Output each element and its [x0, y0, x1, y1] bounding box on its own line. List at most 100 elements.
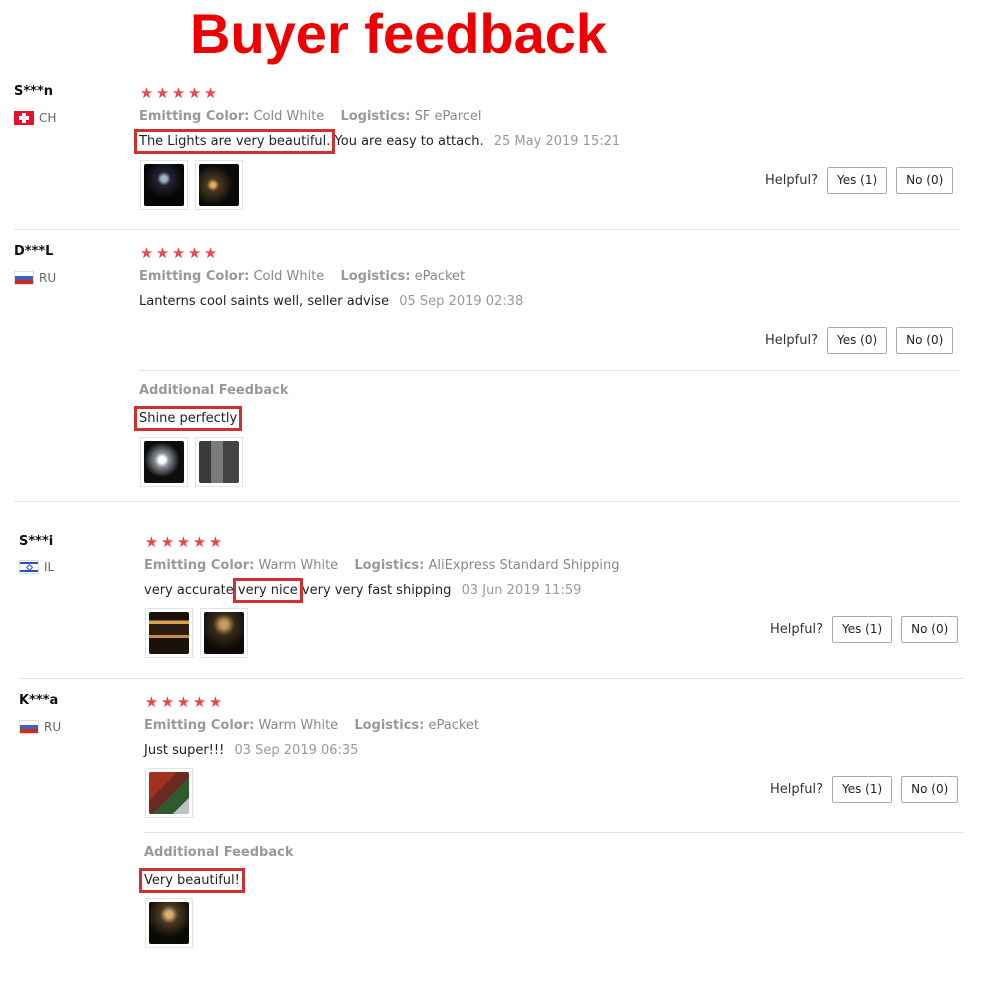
star-icon: ★ — [203, 244, 218, 262]
star-icon: ★ — [160, 693, 175, 711]
country-code: RU — [44, 720, 62, 734]
review-text: The Lights are very beautiful. You are e… — [133, 129, 621, 154]
helpful-votes: Helpful? Yes (1) No (0) — [765, 167, 954, 194]
logistics-value: AliExpress Standard Shipping — [428, 558, 620, 573]
highlighted-phrase: very nice — [232, 578, 303, 603]
review-date: 05 Sep 2019 02:38 — [399, 294, 524, 309]
helpful-votes: Helpful? Yes (1) No (0) — [770, 616, 959, 643]
star-rating: ★ ★ ★ ★ ★ — [144, 694, 223, 710]
helpful-label: Helpful? — [765, 333, 818, 348]
review-text-after: very very fast shipping — [297, 583, 452, 598]
helpful-label: Helpful? — [765, 173, 818, 188]
review-photo[interactable] — [200, 608, 248, 658]
review-text: Lanterns cool saints well, seller advise… — [139, 294, 523, 309]
reviewer-country: IL — [19, 560, 54, 574]
star-icon: ★ — [208, 533, 223, 551]
review-photo[interactable] — [145, 768, 193, 818]
vote-yes-button[interactable]: Yes (1) — [831, 616, 893, 643]
star-icon: ★ — [171, 244, 186, 262]
russia-flag-icon — [19, 720, 39, 734]
review-text-body: Just super!!! — [144, 743, 225, 758]
additional-divider — [144, 832, 964, 833]
review-text: Just super!!! 03 Sep 2019 06:35 — [144, 743, 358, 758]
logistics-value: ePacket — [414, 269, 466, 284]
vote-no-button[interactable]: No (0) — [901, 776, 959, 803]
emitting-color-label: Emitting Color: — [139, 109, 250, 124]
star-icon: ★ — [208, 693, 223, 711]
review-photo[interactable] — [195, 437, 243, 487]
vote-yes-button[interactable]: Yes (0) — [826, 327, 888, 354]
review-text-rest: You are easy to attach. — [330, 134, 484, 149]
review-date: 03 Sep 2019 06:35 — [234, 743, 359, 758]
additional-feedback-title: Additional Feedback — [139, 383, 289, 398]
logistics-label: Logistics: — [354, 718, 425, 733]
additional-feedback-title: Additional Feedback — [144, 845, 294, 860]
helpful-label: Helpful? — [770, 622, 823, 637]
review-photo[interactable] — [140, 160, 188, 210]
review-photo[interactable] — [145, 608, 193, 658]
switzerland-flag-icon — [14, 111, 34, 125]
country-code: IL — [44, 560, 55, 574]
vote-yes-button[interactable]: Yes (1) — [826, 167, 888, 194]
highlighted-phrase: Very beautiful! — [139, 868, 245, 893]
logistics-label: Logistics: — [354, 558, 425, 573]
logistics-value: ePacket — [428, 718, 480, 733]
star-icon: ★ — [192, 693, 207, 711]
helpful-label: Helpful? — [770, 782, 823, 797]
review-date: 25 May 2019 15:21 — [493, 134, 621, 149]
country-code: RU — [39, 271, 57, 285]
emitting-color-value: Cold White — [253, 109, 325, 124]
emitting-color-label: Emitting Color: — [144, 718, 255, 733]
page-title: Buyer feedback — [190, 2, 608, 65]
emitting-color-value: Cold White — [253, 269, 325, 284]
star-icon: ★ — [155, 244, 170, 262]
reviewer-name: S***n — [14, 84, 54, 99]
star-icon: ★ — [187, 244, 202, 262]
country-code: CH — [39, 111, 57, 125]
star-icon: ★ — [187, 84, 202, 102]
review-text-body: Lanterns cool saints well, seller advise — [139, 294, 390, 309]
review-attributes: Emitting Color: Cold White Logistics: SF… — [139, 109, 482, 124]
review-divider — [14, 501, 959, 502]
star-icon: ★ — [144, 693, 159, 711]
reviewer-name: D***L — [14, 244, 54, 259]
logistics-value: SF eParcel — [414, 109, 482, 124]
star-icon: ★ — [144, 533, 159, 551]
review-attributes: Emitting Color: Warm White Logistics: Al… — [144, 558, 619, 573]
review-attributes: Emitting Color: Warm White Logistics: eP… — [144, 718, 479, 733]
star-icon: ★ — [176, 693, 191, 711]
star-icon: ★ — [160, 533, 175, 551]
review-photo[interactable] — [145, 898, 193, 948]
vote-no-button[interactable]: No (0) — [896, 327, 954, 354]
helpful-votes: Helpful? Yes (1) No (0) — [770, 776, 959, 803]
review-divider — [19, 678, 964, 679]
reviewer-country: CH — [14, 111, 56, 125]
review-divider — [14, 229, 959, 230]
review-date: 03 Jun 2019 11:59 — [461, 583, 582, 598]
emitting-color-label: Emitting Color: — [139, 269, 250, 284]
vote-no-button[interactable]: No (0) — [901, 616, 959, 643]
reviewer-country: RU — [14, 271, 56, 285]
reviewer-name: S***i — [19, 534, 54, 549]
emitting-color-value: Warm White — [258, 558, 339, 573]
review-attributes: Emitting Color: Cold White Logistics: eP… — [139, 269, 465, 284]
additional-feedback-text: Shine perfectly — [133, 406, 243, 431]
star-icon: ★ — [155, 84, 170, 102]
review-photo[interactable] — [195, 160, 243, 210]
russia-flag-icon — [14, 271, 34, 285]
review-photo[interactable] — [140, 437, 188, 487]
vote-no-button[interactable]: No (0) — [896, 167, 954, 194]
additional-divider — [139, 370, 959, 371]
highlighted-phrase: Shine perfectly — [133, 406, 243, 431]
star-rating: ★ ★ ★ ★ ★ — [144, 534, 223, 550]
emitting-color-label: Emitting Color: — [144, 558, 255, 573]
logistics-label: Logistics: — [340, 269, 411, 284]
emitting-color-value: Warm White — [258, 718, 339, 733]
vote-yes-button[interactable]: Yes (1) — [831, 776, 893, 803]
star-rating: ★ ★ ★ ★ ★ — [139, 85, 218, 101]
star-icon: ★ — [171, 84, 186, 102]
star-icon: ★ — [192, 533, 207, 551]
star-icon: ★ — [139, 244, 154, 262]
star-icon: ★ — [203, 84, 218, 102]
highlighted-phrase: The Lights are very beautiful. — [133, 129, 336, 154]
